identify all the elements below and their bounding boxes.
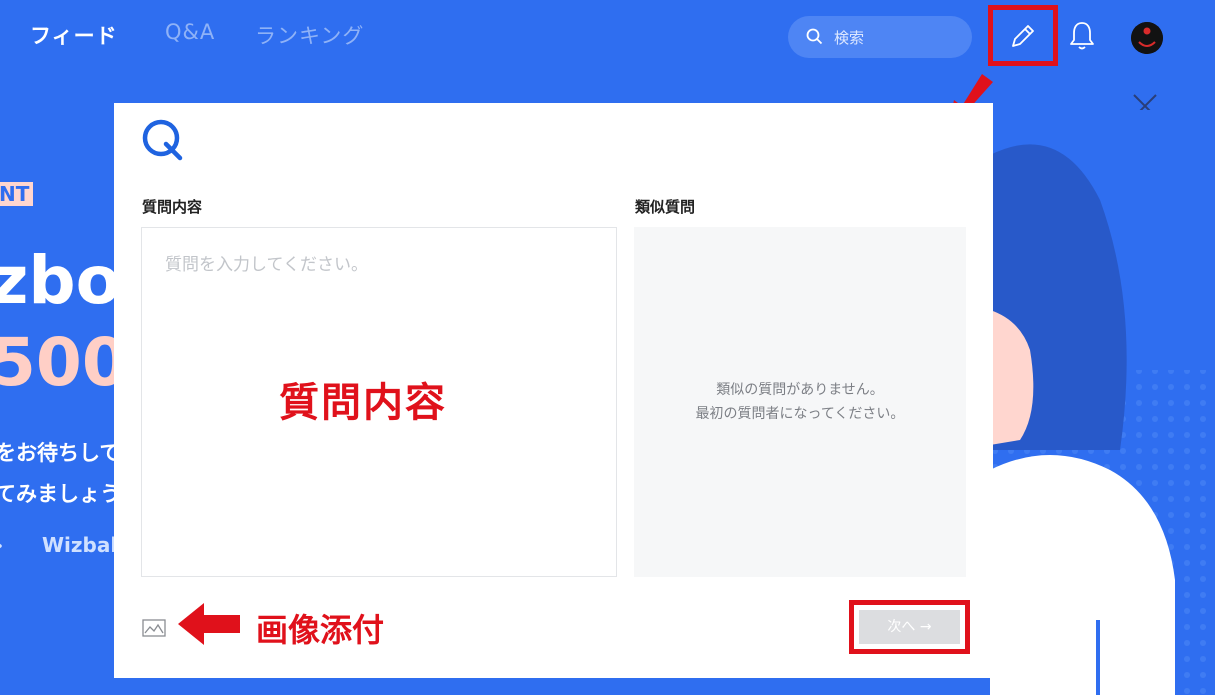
search-placeholder: 検索 [834,29,865,47]
tab-ranking[interactable]: ランキング [255,20,364,50]
annotation-content-label: 質問内容 [279,380,447,426]
tab-qa[interactable]: Q&A [165,20,215,44]
question-content-label: 質問内容 [142,198,203,216]
similar-questions-label: 類似質問 [635,198,696,216]
image-attach-icon[interactable] [142,619,166,637]
pencil-icon[interactable] [1007,22,1037,52]
question-textarea[interactable]: 質問を入力してください。 質問内容 [141,227,617,577]
next-button[interactable]: 次へ → [859,610,960,644]
search-icon [806,28,823,45]
person-illustration [990,110,1215,695]
similar-empty-line-2: 最初の質問者になってください。 [695,406,905,422]
annotation-next-highlight: 次へ → [849,600,970,654]
annotation-left-arrow-icon [178,603,240,645]
q-logo-icon [142,119,183,161]
annotation-attach-label: 画像添付 [256,611,385,649]
hero-link-arrow: › [0,533,3,557]
similar-questions-panel: 類似の質問がありません。 最初の質問者になってください。 [634,227,966,577]
tab-feed[interactable]: フィード [30,20,118,50]
search-input[interactable]: 検索 [788,16,972,58]
question-modal: 質問内容 類似質問 質問を入力してください。 質問内容 類似の質問がありません。… [114,103,993,678]
avatar-face-icon [1131,22,1163,54]
avatar[interactable] [1131,22,1163,54]
hero-headline: zbo [0,242,122,319]
hero-badge: NT [0,182,34,206]
hero-subtext-1: をお待ちして [0,441,121,465]
question-placeholder: 質問を入力してください。 [165,255,368,275]
hero-link-brand[interactable]: Wizbal [42,533,117,557]
hero-subtext-2: てみましょう [0,482,121,506]
top-nav: フィード Q&A ランキング 検索 [0,0,1215,70]
bell-icon[interactable] [1068,20,1096,52]
similar-empty-line-1: 類似の質問がありません。 [716,382,884,398]
hero-number: 500 [0,324,128,401]
